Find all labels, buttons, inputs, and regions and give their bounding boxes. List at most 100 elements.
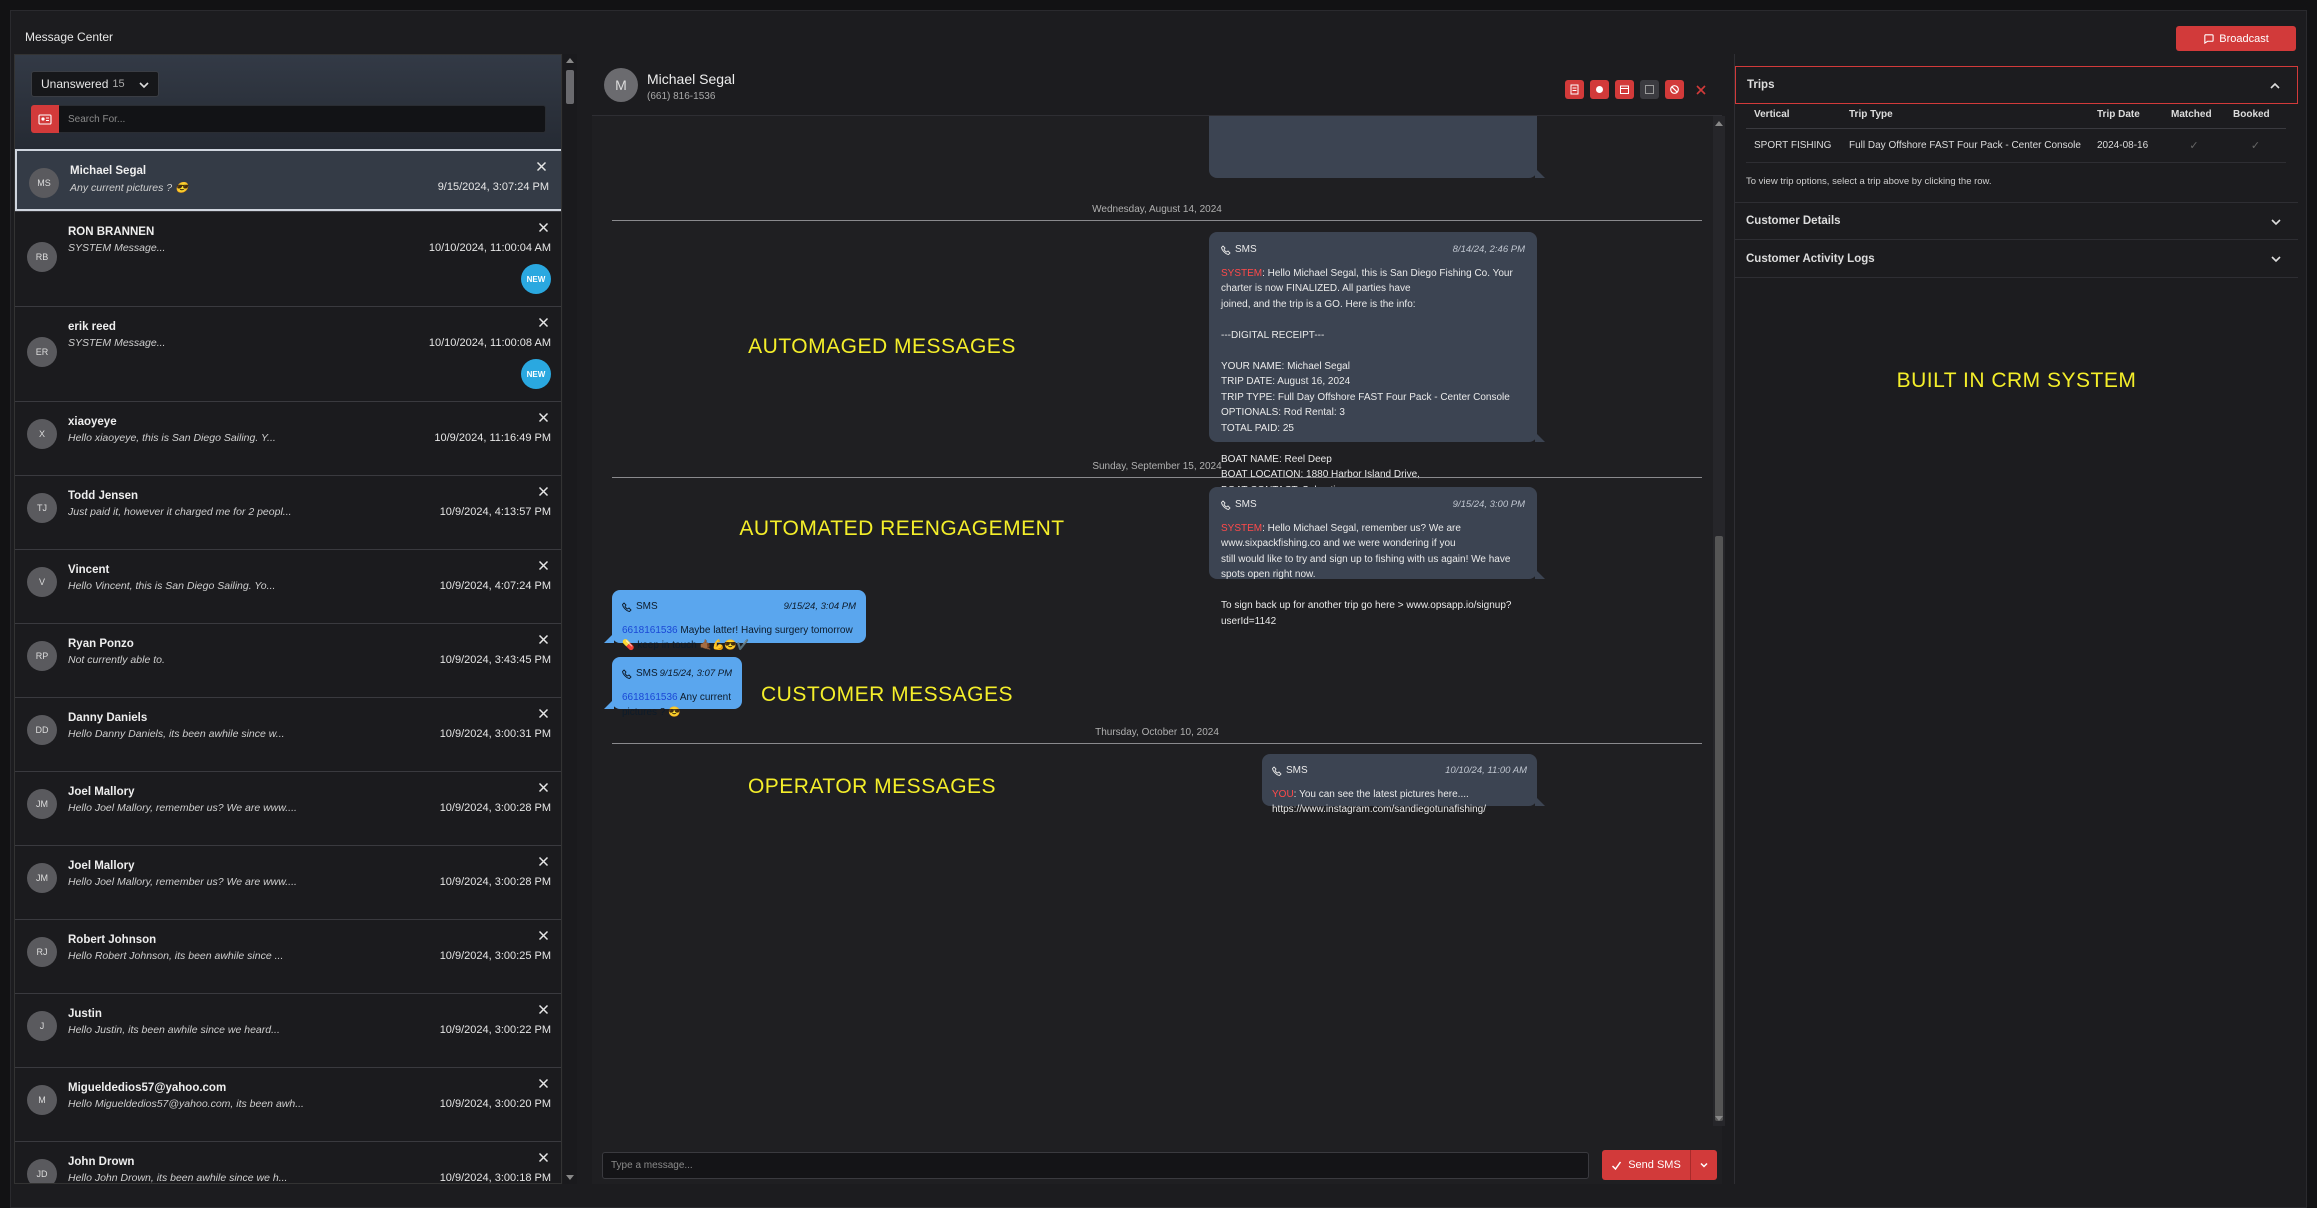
phone-icon	[622, 669, 632, 679]
conversation-item[interactable]: TJ Todd Jensen Just paid it, however it ch…	[15, 475, 561, 549]
close-icon[interactable]	[538, 317, 549, 328]
send-label: Send SMS	[1628, 1159, 1681, 1171]
sms-label: SMS	[1235, 244, 1257, 255]
conversation-name: xiaoyeye	[68, 416, 117, 428]
sms-label: SMS	[1235, 499, 1257, 510]
avatar: JM	[27, 789, 57, 819]
close-icon[interactable]	[536, 161, 547, 172]
scroll-up-icon[interactable]	[1715, 121, 1723, 126]
avatar: TJ	[27, 493, 57, 523]
conversation-item[interactable]: M Migueldedios57@yahoo.com Hello Miguelded…	[15, 1067, 561, 1141]
contact-card-icon[interactable]	[31, 105, 59, 133]
phone-icon	[1221, 500, 1231, 510]
message-line: TRIP DATE: August 16, 2024	[1221, 376, 1351, 387]
conversation-time: 10/9/2024, 3:43:45 PM	[439, 654, 551, 666]
conversation-item[interactable]: J Justin Hello Justin, its been awhile sin…	[15, 993, 561, 1067]
sms-label: SMS	[636, 668, 658, 679]
chat-bubble-icon	[2204, 34, 2214, 44]
conversation-item[interactable]: JD John Drown Hello John Drown, its been a…	[15, 1141, 561, 1183]
sender-phone[interactable]: 6618161536	[622, 692, 678, 703]
filter-select[interactable]: Unanswered 15	[31, 71, 159, 97]
message-input[interactable]	[602, 1152, 1589, 1179]
scroll-down-icon[interactable]	[1715, 1116, 1723, 1121]
conversation-item[interactable]: ER erik reed SYSTEM Message... 10/10/2024, …	[15, 306, 561, 401]
chat-panel: M Michael Segal (661) 816-1536 Wednesday…	[592, 54, 1725, 1184]
conversation-item[interactable]: RJ Robert Johnson Hello Robert Johnson, it…	[15, 919, 561, 993]
app-title: Message Center	[25, 30, 114, 44]
table-row[interactable]: SPORT FISHING Full Day Offshore FAST Fou…	[1746, 128, 2286, 163]
grid-button[interactable]	[1640, 80, 1659, 99]
conversation-item[interactable]: RP Ryan Ponzo Not currently able to. 10/9/2…	[15, 623, 561, 697]
close-icon[interactable]	[538, 930, 549, 941]
conversation-item[interactable]: JM Joel Mallory Hello Joel Mallory, rememb…	[15, 845, 561, 919]
block-button[interactable]	[1665, 80, 1684, 99]
activity-logs-header[interactable]: Customer Activity Logs	[1735, 240, 2298, 278]
close-icon[interactable]	[538, 708, 549, 719]
receipt-button[interactable]	[1565, 80, 1584, 99]
search-input[interactable]	[59, 105, 546, 133]
close-icon[interactable]	[538, 1078, 549, 1089]
trip-date: 2024-08-16	[2089, 128, 2163, 163]
close-icon[interactable]	[538, 486, 549, 497]
close-icon[interactable]	[538, 634, 549, 645]
close-icon[interactable]	[538, 782, 549, 793]
trips-title: Trips	[1747, 79, 1775, 91]
send-options-button[interactable]	[1691, 1150, 1717, 1180]
chat-toolbar	[1565, 80, 1708, 99]
phone-icon	[1221, 245, 1231, 255]
conversation-preview: Hello Vincent, this is San Diego Sailing…	[68, 580, 276, 592]
close-icon[interactable]	[538, 222, 549, 233]
close-icon[interactable]	[538, 856, 549, 867]
message-timestamp: 9/15/24, 3:00 PM	[1452, 499, 1525, 510]
avatar: X	[27, 419, 57, 449]
scroll-up-icon[interactable]	[566, 58, 574, 63]
sms-tag: SMS	[1221, 497, 1257, 513]
conversation-name: Joel Mallory	[68, 860, 135, 872]
check-icon	[1612, 1161, 1622, 1170]
chat-header: M Michael Segal (661) 816-1536	[592, 54, 1722, 116]
avatar: V	[27, 567, 57, 597]
customer-details-title: Customer Details	[1746, 215, 1841, 227]
conversation-item[interactable]: MS Michael Segal Any current pictures ? 😎 9…	[15, 149, 561, 211]
close-icon[interactable]	[538, 1152, 549, 1163]
avatar: ER	[27, 337, 57, 367]
conversation-item[interactable]: JM Joel Mallory Hello Joel Mallory, rememb…	[15, 771, 561, 845]
conversation-item[interactable]: Xxiaoyeye Hello xiaoyeye, this is San Die…	[15, 401, 561, 475]
customer-details-header[interactable]: Customer Details	[1735, 202, 2298, 240]
scroll-down-icon[interactable]	[566, 1175, 574, 1180]
sender-phone[interactable]: 6618161536	[622, 625, 678, 636]
sms-tag: SMS	[1221, 242, 1257, 258]
message-timestamp: 10/10/24, 11:00 AM	[1445, 765, 1527, 776]
calendar-button[interactable]	[1615, 80, 1634, 99]
chat-scrollbar[interactable]	[1713, 116, 1725, 1126]
avatar: J	[27, 1011, 57, 1041]
broadcast-button[interactable]: Broadcast	[2176, 26, 2296, 51]
trips-section-header[interactable]: Trips	[1735, 66, 2298, 104]
conversation-scrollbar[interactable]	[563, 54, 577, 1184]
send-main[interactable]: Send SMS	[1602, 1150, 1691, 1180]
message-thread: Wednesday, August 14, 2024 SMS 8/14/24, …	[592, 116, 1722, 1126]
close-icon[interactable]	[538, 560, 549, 571]
close-icon[interactable]	[1694, 83, 1708, 97]
conversation-name: Todd Jensen	[68, 490, 139, 502]
conversation-item[interactable]: RB RON BRANNEN SYSTEM Message... 10/10/2024…	[15, 211, 561, 306]
scroll-thumb[interactable]	[566, 70, 574, 104]
close-icon[interactable]	[538, 412, 549, 423]
send-sms-button[interactable]: Send SMS	[1602, 1150, 1717, 1180]
chevron-up-icon	[2270, 82, 2280, 89]
message-bubble-operator: SMS 10/10/24, 11:00 AM YOU: You can see …	[1262, 754, 1545, 815]
conversation-name: Joel Mallory	[68, 786, 135, 798]
scroll-thumb[interactable]	[1715, 536, 1723, 1121]
message-timestamp: 9/15/24, 3:04 PM	[783, 601, 856, 612]
conversation-preview: Hello Danny Daniels, its been awhile sin…	[68, 728, 285, 740]
conversation-item[interactable]: DD Danny Daniels Hello Danny Daniels, its …	[15, 697, 561, 771]
block-icon	[1670, 85, 1679, 94]
broadcast-label: Broadcast	[2219, 32, 2269, 45]
close-icon[interactable]	[538, 1004, 549, 1015]
record-button[interactable]	[1590, 80, 1609, 99]
conversation-time: 10/9/2024, 3:00:31 PM	[439, 728, 551, 740]
annotation-crm: BUILT IN CRM SYSTEM	[1896, 369, 2137, 392]
activity-logs-title: Customer Activity Logs	[1746, 252, 1875, 265]
conversation-item[interactable]: V Vincent Hello Vincent, this is San Diego…	[15, 549, 561, 623]
message-text: You can see the latest pictures here....…	[1272, 788, 1486, 816]
